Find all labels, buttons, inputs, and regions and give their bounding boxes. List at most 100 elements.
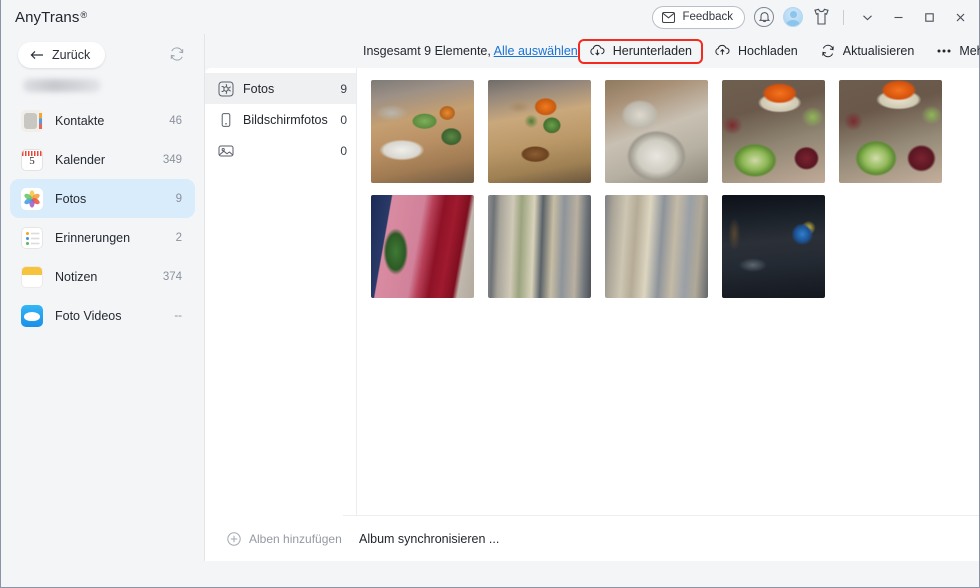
more-label: Mehr [959, 44, 980, 58]
sidebar-item-notizen[interactable]: Notizen 374 [10, 257, 195, 296]
album-item-count: 0 [340, 143, 347, 158]
close-button[interactable] [949, 6, 971, 28]
album-item-bildschirmfotos[interactable]: Bildschirmfotos 0 [205, 104, 356, 135]
photo-thumbnail[interactable] [488, 195, 591, 298]
download-button[interactable]: Herunterladen [577, 38, 703, 64]
sidebar-item-foto-videos[interactable]: Foto Videos -- [10, 296, 195, 335]
envelope-icon [662, 11, 676, 23]
anytrans-window: AnyTrans ® Feedback Zurück Kontakte 46 5… [0, 0, 980, 588]
plus-circle-icon [227, 532, 241, 546]
maximize-button[interactable] [918, 6, 940, 28]
shirt-icon[interactable] [812, 8, 831, 26]
feedback-label: Feedback [682, 11, 733, 23]
upload-label: Hochladen [737, 44, 798, 58]
sidebar-item-count: 46 [169, 114, 182, 127]
photo-thumbnail[interactable] [605, 80, 708, 183]
photo-thumbnail[interactable] [722, 195, 825, 298]
photo-thumbnail[interactable] [605, 195, 708, 298]
minimize-button[interactable] [887, 6, 909, 28]
album-item-label: Bildschirmfotos [243, 112, 328, 127]
photo-thumbnail[interactable] [371, 195, 474, 298]
title-bar-actions: Feedback [652, 5, 971, 29]
contacts-icon [21, 109, 43, 132]
album-panel-wrapper: Fotos 9 Bildschirmfotos 0 0 Alben hinzuf… [205, 34, 357, 561]
device-name-blurred [23, 79, 101, 92]
chevron-down-icon[interactable] [856, 6, 878, 28]
more-button[interactable]: Mehr [925, 39, 980, 64]
status-message: Album synchronisieren ... [359, 531, 500, 546]
cloud-download-icon [589, 44, 606, 58]
download-label: Herunterladen [612, 44, 692, 58]
add-albums-button[interactable]: Alben hinzufügen [205, 517, 356, 561]
album-item-count: 0 [340, 112, 347, 127]
select-all-link[interactable]: Alle auswählen [494, 44, 578, 58]
device-icon [218, 112, 234, 128]
calendar-day: 5 [29, 154, 35, 167]
photo-thumbnail[interactable] [839, 80, 942, 183]
title-bar: AnyTrans ® Feedback [1, 0, 979, 34]
sidebar-item-label: Kalender [55, 152, 106, 167]
sidebar-item-erinnerungen[interactable]: Erinnerungen 2 [10, 218, 195, 257]
calendar-icon: 5 [21, 148, 43, 171]
refresh-button[interactable]: Aktualisieren [809, 39, 926, 64]
app-title: AnyTrans [15, 8, 80, 26]
arrow-left-icon [30, 50, 44, 60]
photo-grid-area [357, 68, 979, 515]
status-bar: Album synchronisieren ... [343, 515, 979, 561]
sidebar-item-count: 374 [162, 270, 182, 283]
sidebar-item-count: 9 [175, 192, 182, 205]
sidebar-item-label: Foto Videos [55, 308, 122, 323]
ellipsis-icon [936, 48, 952, 54]
sidebar-nav: Kontakte 46 5 Kalender 349 Fotos 9 Erinn… [1, 101, 204, 335]
sidebar-item-label: Notizen [55, 269, 98, 284]
window-bottom-strip [1, 561, 979, 587]
upload-button[interactable]: Hochladen [703, 39, 809, 64]
content-area: Insgesamt 9 Elemente, Alle auswählen Her… [343, 34, 980, 561]
album-panel: Fotos 9 Bildschirmfotos 0 0 Alben hinzuf… [205, 68, 357, 561]
sidebar-item-label: Fotos [55, 191, 87, 206]
photo-videos-icon [21, 304, 43, 327]
sidebar-item-label: Erinnerungen [55, 230, 131, 245]
reminders-icon [21, 226, 43, 249]
toolbar-actions: Herunterladen Hochladen Aktualisieren Me [577, 38, 980, 64]
photos-grid-icon [218, 81, 234, 97]
total-items-label: Insgesamt 9 Elemente, [363, 44, 491, 58]
notes-icon [21, 265, 43, 288]
photo-thumbnail[interactable] [371, 80, 474, 183]
bell-icon[interactable] [754, 7, 774, 27]
cloud-upload-icon [714, 44, 731, 58]
back-button[interactable]: Zurück [18, 42, 106, 68]
total-items-text: Insgesamt 9 Elemente, Alle auswählen [363, 44, 578, 58]
content-toolbar: Insgesamt 9 Elemente, Alle auswählen Her… [357, 34, 980, 68]
sidebar-item-kontakte[interactable]: Kontakte 46 [10, 101, 195, 140]
feedback-button[interactable]: Feedback [652, 5, 745, 29]
photo-thumbnail[interactable] [488, 80, 591, 183]
sidebar-item-label: Kontakte [55, 113, 105, 128]
refresh-icon[interactable] [168, 45, 188, 65]
album-item-count: 9 [340, 81, 347, 96]
sidebar-item-count: 349 [162, 153, 182, 166]
album-item-fotos[interactable]: Fotos 9 [205, 73, 356, 104]
album-panel-spacer [205, 34, 357, 68]
refresh-label: Aktualisieren [842, 44, 915, 58]
refresh-icon [820, 43, 836, 59]
sidebar-header: Zurück [1, 34, 204, 76]
album-item-unnamed[interactable]: 0 [205, 135, 356, 166]
image-icon [218, 143, 234, 159]
photo-thumbnail[interactable] [722, 80, 825, 183]
back-label: Zurück [52, 48, 91, 62]
album-item-label: Fotos [243, 81, 275, 96]
sidebar-item-count: 2 [175, 231, 182, 244]
sidebar-item-kalender[interactable]: 5 Kalender 349 [10, 140, 195, 179]
toolbar-divider [843, 9, 844, 25]
main-body: Zurück Kontakte 46 5 Kalender 349 Fotos … [1, 34, 980, 561]
registered-mark: ® [80, 9, 88, 20]
avatar[interactable] [783, 7, 803, 27]
sidebar-item-count: -- [174, 309, 182, 322]
photo-grid [371, 80, 979, 298]
sidebar: Zurück Kontakte 46 5 Kalender 349 Fotos … [1, 34, 205, 561]
album-list: Fotos 9 Bildschirmfotos 0 0 [205, 68, 356, 517]
app-brand: AnyTrans ® [15, 9, 87, 26]
sidebar-item-fotos[interactable]: Fotos 9 [10, 179, 195, 218]
photos-icon [21, 187, 43, 210]
